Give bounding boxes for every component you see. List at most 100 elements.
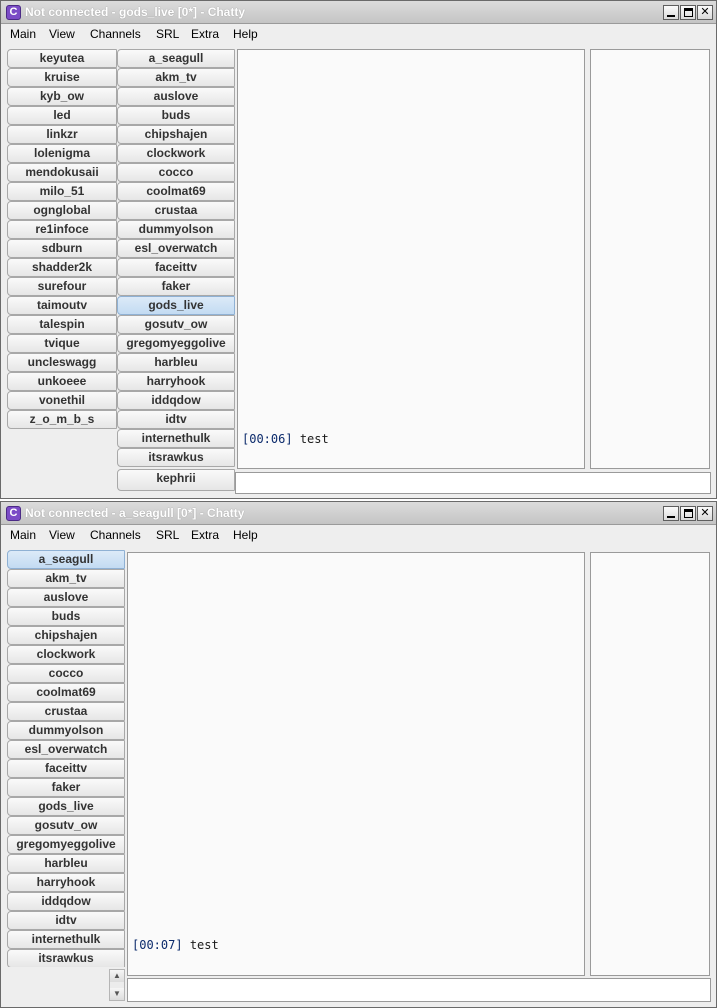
channel-tab[interactable]: esl_overwatch [117, 239, 235, 258]
scroll-down-arrow-icon[interactable]: ▼ [110, 988, 124, 1000]
channel-tab[interactable]: itsrawkus [7, 949, 125, 967]
user-list[interactable] [590, 552, 710, 976]
chatty-app-icon[interactable]: C [6, 506, 21, 521]
channel-tab[interactable]: harbleu [7, 854, 125, 873]
chat-input[interactable] [235, 472, 711, 494]
channel-tab[interactable]: gosutv_ow [117, 315, 235, 334]
channel-tab[interactable]: ognglobal [7, 201, 117, 220]
channel-tab[interactable]: mendokusaii [7, 163, 117, 182]
channel-tab[interactable]: clockwork [117, 144, 235, 163]
channel-tab[interactable]: coolmat69 [7, 683, 125, 702]
maximize-icon [684, 509, 693, 518]
channel-tab[interactable]: milo_51 [7, 182, 117, 201]
menu-help[interactable]: Help [233, 528, 258, 542]
channel-tab[interactable]: gregomyeggolive [7, 835, 125, 854]
menu-main[interactable]: Main [10, 528, 36, 542]
channel-tab[interactable]: surefour [7, 277, 117, 296]
channel-tab[interactable]: a_seagull [7, 550, 125, 569]
channel-tab[interactable]: itsrawkus [117, 448, 235, 467]
channel-tab[interactable]: akm_tv [7, 569, 125, 588]
channel-tab[interactable]: taimoutv [7, 296, 117, 315]
channel-tab[interactable]: sdburn [7, 239, 117, 258]
channel-tab[interactable]: crustaa [7, 702, 125, 721]
minimize-button[interactable] [663, 5, 679, 20]
maximize-button[interactable] [680, 506, 696, 521]
channel-tab[interactable]: unkoeee [7, 372, 117, 391]
channel-tab[interactable]: vonethil [7, 391, 117, 410]
channel-tab[interactable]: keyutea [7, 49, 117, 68]
channel-tab[interactable]: re1infoce [7, 220, 117, 239]
channel-tab[interactable]: coolmat69 [117, 182, 235, 201]
channel-tab[interactable]: harryhook [7, 873, 125, 892]
close-button[interactable]: ✕ [697, 506, 713, 521]
chatty-app-icon[interactable]: C [6, 5, 21, 20]
menu-srl[interactable]: SRL [156, 528, 179, 542]
channel-tab[interactable]: kyb_ow [7, 87, 117, 106]
channel-tab[interactable]: cocco [7, 664, 125, 683]
channel-tab[interactable]: faker [117, 277, 235, 296]
channel-tab[interactable]: crustaa [117, 201, 235, 220]
channel-tab[interactable]: akm_tv [117, 68, 235, 87]
chat-area[interactable]: [00:06] test [237, 49, 585, 469]
channel-tab[interactable]: chipshajen [7, 626, 125, 645]
title-bar[interactable]: C Not connected - gods_live [0*] - Chatt… [1, 1, 716, 24]
chat-area[interactable]: [00:07] test [127, 552, 585, 976]
menu-view[interactable]: View [49, 27, 75, 41]
channel-tab[interactable]: internethulk [7, 930, 125, 949]
channel-tab[interactable]: auslove [117, 87, 235, 106]
channel-tab[interactable]: harryhook [117, 372, 235, 391]
menu-help[interactable]: Help [233, 27, 258, 41]
channel-tab[interactable]: dummyolson [117, 220, 235, 239]
message-text: test [299, 432, 329, 446]
maximize-button[interactable] [680, 5, 696, 20]
channel-tab[interactable]: harbleu [117, 353, 235, 372]
title-bar[interactable]: C Not connected - a_seagull [0*] - Chatt… [1, 502, 716, 525]
channel-tab[interactable]: dummyolson [7, 721, 125, 740]
channel-tab[interactable]: kruise [7, 68, 117, 87]
menu-channels[interactable]: Channels [90, 528, 141, 542]
user-list[interactable] [590, 49, 710, 469]
channel-tab[interactable]: auslove [7, 588, 125, 607]
channel-tab[interactable]: uncleswagg [7, 353, 117, 372]
channel-tab[interactable]: faker [7, 778, 125, 797]
channel-tab[interactable]: esl_overwatch [7, 740, 125, 759]
channel-tab[interactable]: cocco [117, 163, 235, 182]
message-timestamp: [00:07] [132, 938, 183, 952]
channel-tab[interactable]: led [7, 106, 117, 125]
channel-tab[interactable]: gosutv_ow [7, 816, 125, 835]
channel-tab[interactable]: gods_live [7, 797, 125, 816]
menu-main[interactable]: Main [10, 27, 36, 41]
minimize-button[interactable] [663, 506, 679, 521]
channel-tab[interactable]: talespin [7, 315, 117, 334]
menu-srl[interactable]: SRL [156, 27, 179, 41]
channel-tab[interactable]: clockwork [7, 645, 125, 664]
channel-tab[interactable]: buds [7, 607, 125, 626]
chat-input[interactable] [127, 978, 711, 1002]
tab-scrollbar[interactable]: ▲ ▼ [109, 969, 125, 1001]
menu-extra[interactable]: Extra [191, 528, 219, 542]
channel-tab[interactable]: a_seagull [117, 49, 235, 68]
channel-tab[interactable]: buds [117, 106, 235, 125]
channel-tab[interactable]: iddqdow [7, 892, 125, 911]
channel-tab[interactable]: faceittv [7, 759, 125, 778]
menu-extra[interactable]: Extra [191, 27, 219, 41]
channel-tab[interactable]: linkzr [7, 125, 117, 144]
menu-channels[interactable]: Channels [90, 27, 141, 41]
channel-tab[interactable]: idtv [7, 911, 125, 930]
channel-tab[interactable]: iddqdow [117, 391, 235, 410]
channel-tab[interactable]: z_o_m_b_s [7, 410, 117, 429]
channel-tab[interactable]: shadder2k [7, 258, 117, 277]
channel-tab[interactable]: kephrii [117, 469, 235, 491]
scroll-up-arrow-icon[interactable]: ▲ [110, 970, 124, 982]
channel-tab[interactable]: faceittv [117, 258, 235, 277]
channel-tab[interactable]: tvique [7, 334, 117, 353]
channel-tab[interactable]: gods_live [117, 296, 235, 315]
channel-tab[interactable]: gregomyeggolive [117, 334, 235, 353]
menu-view[interactable]: View [49, 528, 75, 542]
channel-tab[interactable]: idtv [117, 410, 235, 429]
channel-tab[interactable]: chipshajen [117, 125, 235, 144]
channel-tab[interactable]: lolenigma [7, 144, 117, 163]
channel-tab[interactable]: internethulk [117, 429, 235, 448]
close-button[interactable]: ✕ [697, 5, 713, 20]
window-title: Not connected - gods_live [0*] - Chatty [25, 5, 246, 19]
